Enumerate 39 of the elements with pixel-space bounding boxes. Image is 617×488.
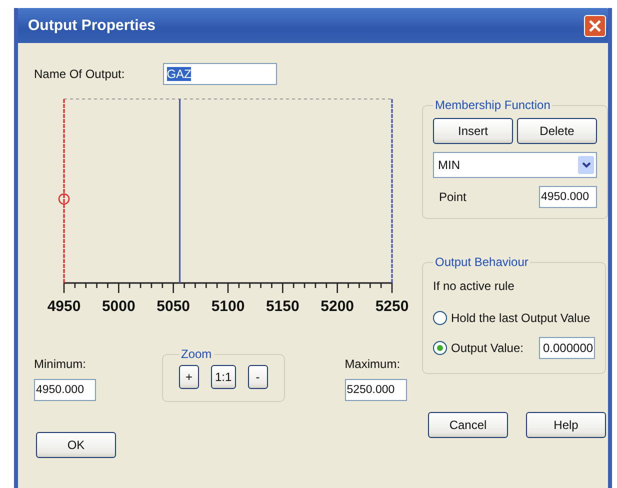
- window-title: Output Properties: [28, 17, 156, 34]
- radio-button[interactable]: [433, 341, 447, 355]
- output-value-field[interactable]: 0.000000: [539, 337, 595, 359]
- tick-label: 5050: [156, 298, 190, 315]
- zoom-button[interactable]: -: [248, 365, 268, 389]
- action-button[interactable]: Delete: [517, 118, 597, 144]
- radio-label: Hold the last Output Value: [451, 311, 590, 325]
- hint-text: If no active rule: [433, 279, 516, 293]
- minimum-field[interactable]: 4950.000: [34, 379, 96, 401]
- group-title: Membership Function: [434, 98, 552, 112]
- zoom-title: Zoom: [180, 347, 213, 361]
- tick-label: 5100: [211, 298, 245, 315]
- point-field[interactable]: 4950.000: [539, 186, 597, 208]
- minimum-label: Minimum:: [34, 357, 88, 371]
- radio-button[interactable]: [433, 311, 447, 325]
- cancel-button[interactable]: Cancel: [428, 412, 508, 438]
- close-icon: [588, 18, 602, 32]
- zoom-button[interactable]: +: [179, 365, 199, 389]
- tick-label: 5200: [320, 298, 354, 315]
- help-button[interactable]: Help: [526, 412, 606, 438]
- close-button[interactable]: [584, 14, 606, 36]
- tick-label: 5150: [266, 298, 300, 315]
- zoom-button[interactable]: 1:1: [211, 365, 236, 389]
- boundary-line[interactable]: [178, 99, 181, 283]
- function-dropdown[interactable]: MIN: [433, 152, 597, 178]
- name-label: Name Of Output:: [34, 67, 125, 81]
- maximum-label: Maximum:: [344, 357, 402, 371]
- tick-label: 4950: [47, 298, 81, 315]
- name-field[interactable]: GAZ: [162, 63, 277, 85]
- maximum-field[interactable]: 5250.000: [344, 379, 407, 401]
- ok-button[interactable]: OK: [36, 432, 116, 458]
- tick-label: 5250: [375, 298, 409, 315]
- boundary-line[interactable]: [58, 99, 70, 283]
- tick-label: 5000: [102, 298, 136, 315]
- group-title: Output Behaviour: [434, 255, 530, 269]
- boundary-line[interactable]: [391, 99, 393, 283]
- radio-label: Output Value:: [451, 341, 524, 355]
- point-label: Point: [439, 190, 466, 204]
- action-button[interactable]: Insert: [433, 118, 513, 144]
